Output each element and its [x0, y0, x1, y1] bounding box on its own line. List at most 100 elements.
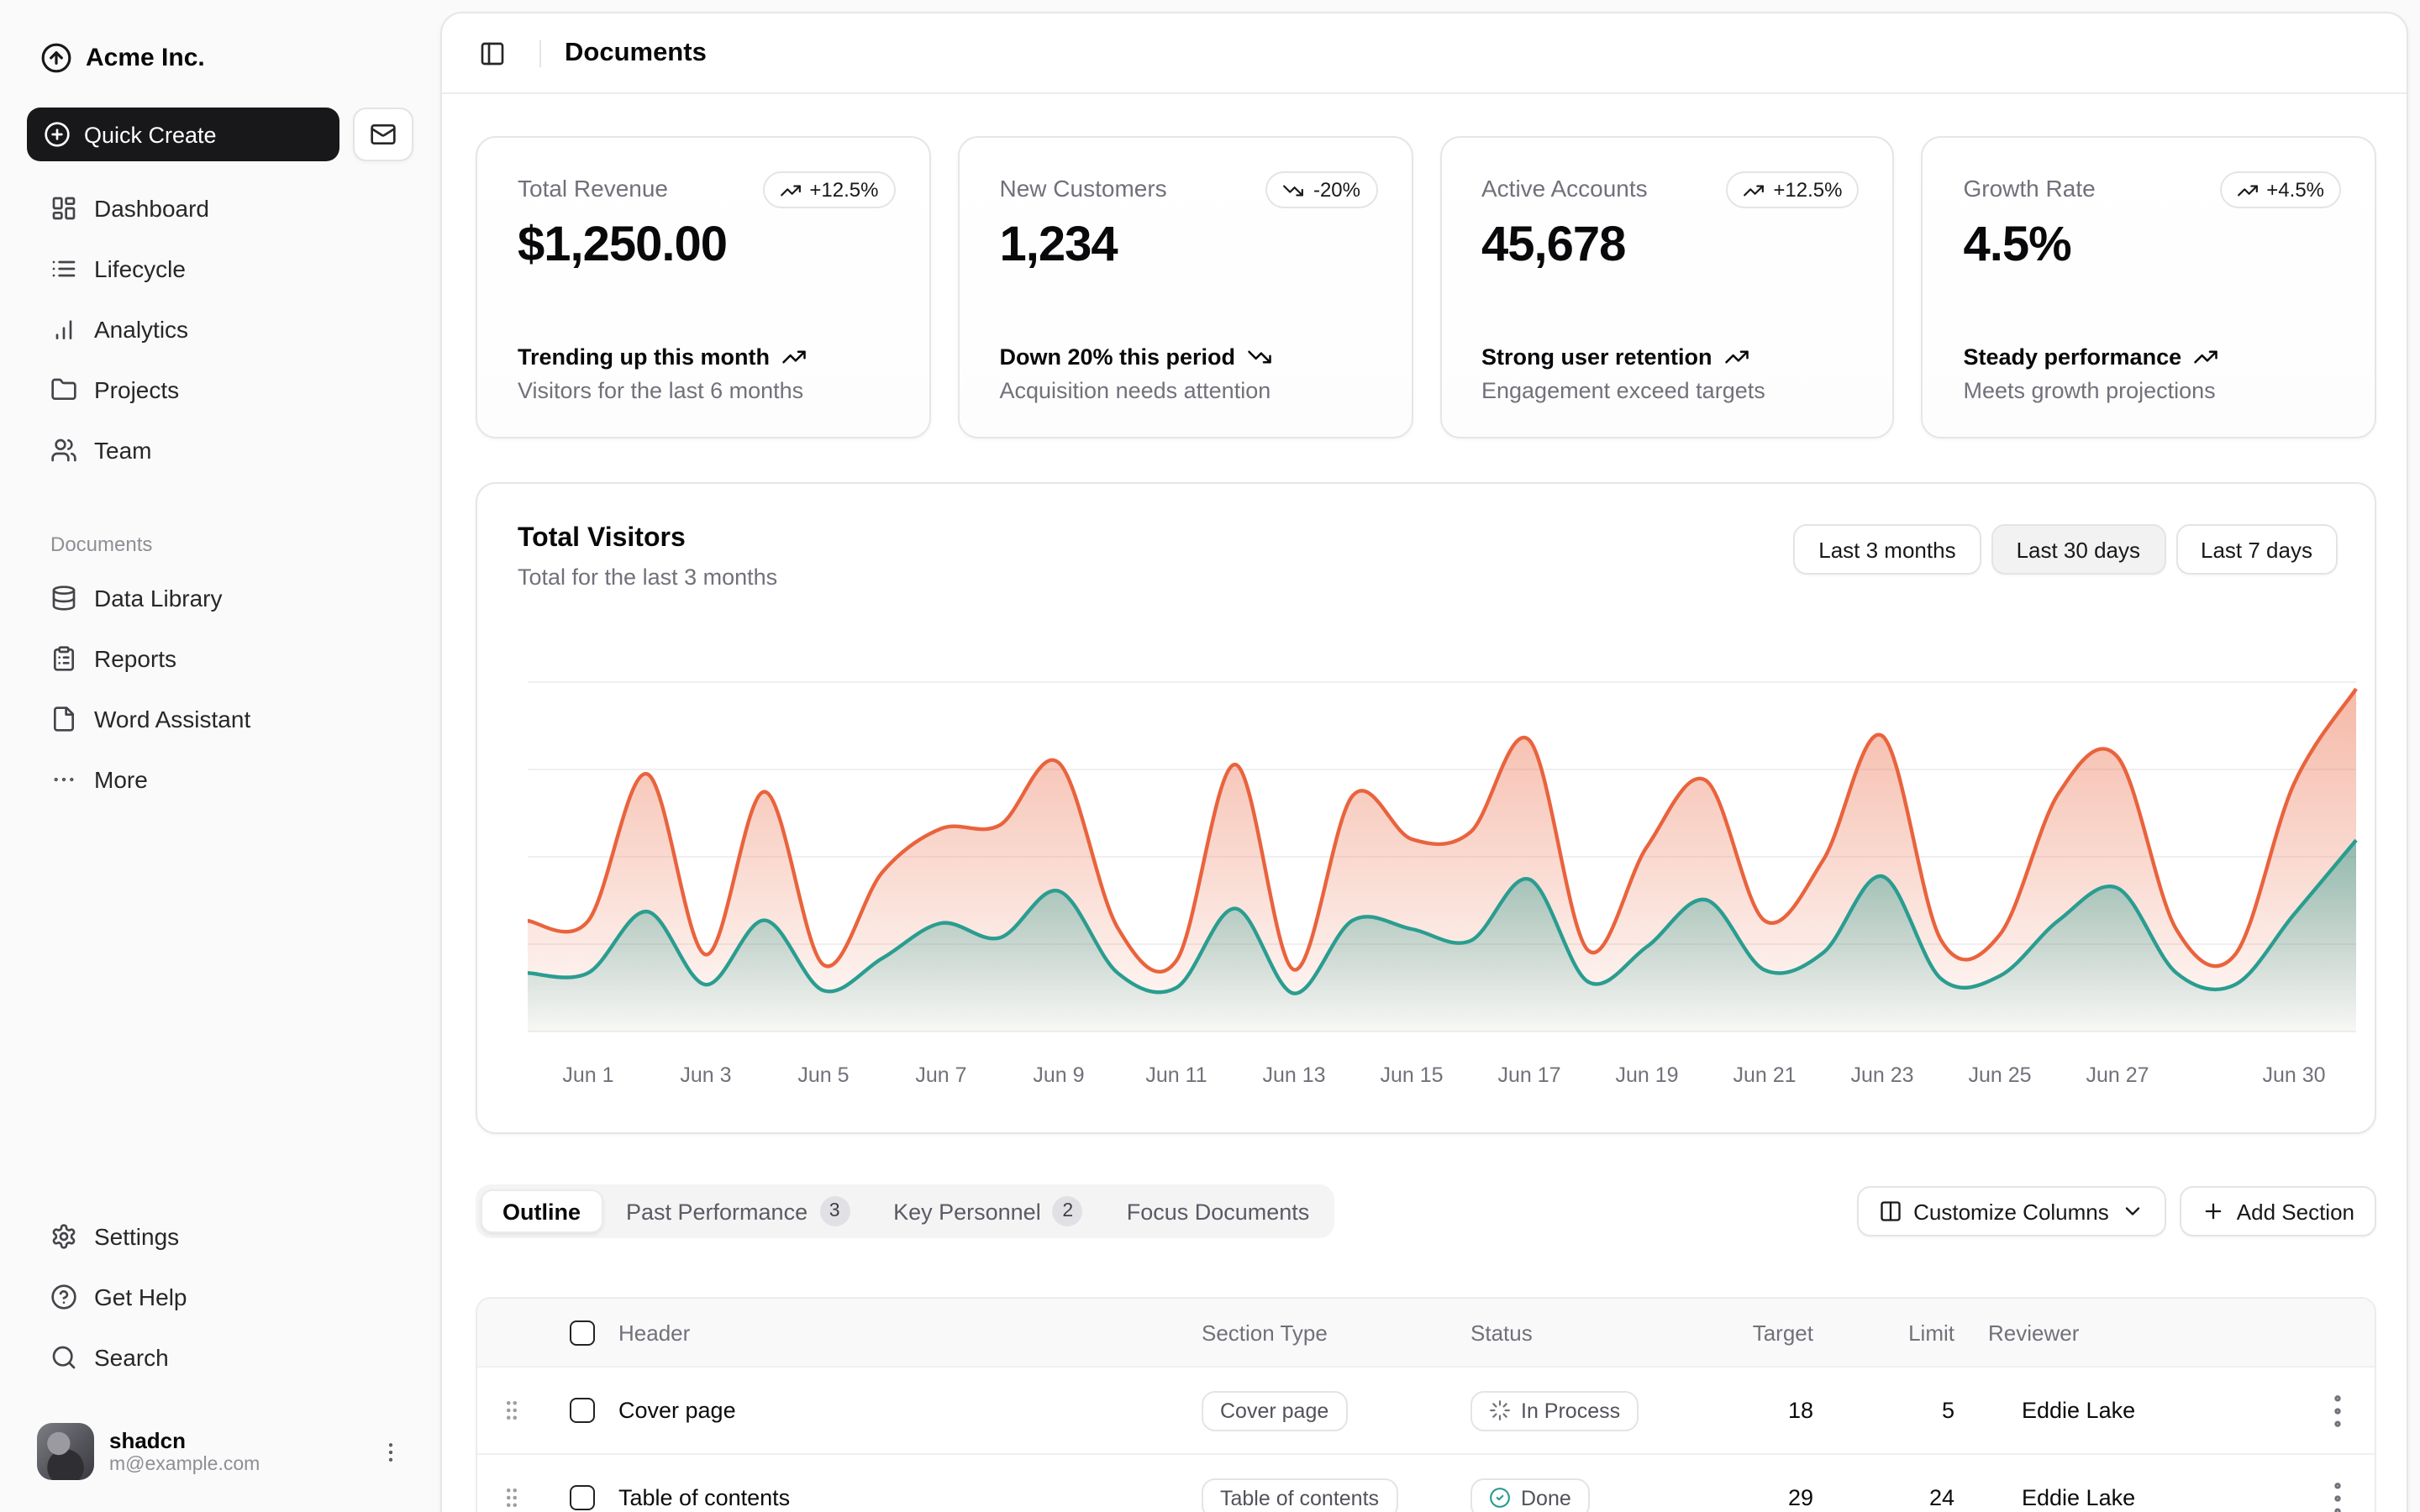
main-content: Documents Total Revenue $1,250.00 +12.5%… [440, 12, 2408, 1512]
column-header: Status [1470, 1320, 1712, 1345]
quick-create-button[interactable]: Quick Create [27, 108, 339, 161]
sidebar-item-more[interactable]: More [27, 753, 413, 806]
chart-x-axis: Jun 1Jun 3Jun 5Jun 7Jun 9Jun 11Jun 13Jun… [562, 1063, 2325, 1087]
trending-down-icon [1283, 179, 1305, 201]
user-menu[interactable]: shadcn m@example.com [24, 1411, 417, 1492]
sections-table: Header Section Type Status Target Limit … [476, 1297, 2376, 1512]
sidebar-item-label: Team [94, 437, 151, 464]
drag-handle-icon[interactable] [497, 1397, 524, 1424]
sidebar-item-projects[interactable]: Projects [27, 363, 413, 417]
svg-text:Jun 27: Jun 27 [2086, 1063, 2149, 1087]
range-last-7-days[interactable]: Last 7 days [2175, 524, 2338, 575]
table-row[interactable]: Table of contents Table of contents Done… [477, 1453, 2375, 1512]
stat-subtext: Acquisition needs attention [1000, 378, 1371, 403]
sidebar-toggle-button[interactable] [469, 29, 516, 76]
target-cell[interactable]: 18 [1712, 1398, 1813, 1423]
stat-value: 45,678 [1481, 218, 1853, 274]
svg-text:Jun 9: Jun 9 [1033, 1063, 1084, 1087]
section-type-badge: Cover page [1202, 1390, 1347, 1431]
tab-key-personnel[interactable]: Key Personnel2 [873, 1189, 1103, 1233]
user-email: m@example.com [109, 1455, 363, 1475]
limit-cell[interactable]: 24 [1813, 1485, 1954, 1510]
more-vertical-icon [2316, 1389, 2360, 1432]
sidebar-item-label: Dashboard [94, 195, 209, 222]
sidebar-item-team[interactable]: Team [27, 423, 413, 477]
status-badge: In Process [1470, 1390, 1639, 1431]
chart-series [528, 689, 2356, 1032]
trend-badge: +4.5% [2219, 171, 2341, 208]
row-title[interactable]: Table of contents [618, 1485, 1202, 1510]
reviewer-cell[interactable]: Eddie Lake [1988, 1485, 2301, 1510]
svg-text:Jun 13: Jun 13 [1262, 1063, 1325, 1087]
target-cell[interactable]: 29 [1712, 1485, 1813, 1510]
sidebar-main-nav: Dashboard Lifecycle Analytics Projects T… [27, 181, 413, 477]
check-circle-icon [1489, 1487, 1511, 1509]
org-switcher[interactable]: Acme Inc. [27, 30, 413, 84]
sidebar-item-lifecycle[interactable]: Lifecycle [27, 242, 413, 296]
tab-outline[interactable]: Outline [481, 1189, 602, 1233]
row-checkbox[interactable] [569, 1485, 594, 1510]
stat-value: 1,234 [1000, 218, 1371, 274]
chevron-down-icon [2121, 1200, 2144, 1223]
table-header-row: Header Section Type Status Target Limit … [477, 1299, 2375, 1366]
sidebar-item-label: Analytics [94, 316, 188, 343]
sidebar-section-label: Documents [50, 533, 152, 556]
column-header: Section Type [1202, 1320, 1470, 1345]
trending-up-icon [1743, 179, 1765, 201]
trend-badge: +12.5% [762, 171, 895, 208]
sidebar-item-settings[interactable]: Settings [27, 1210, 413, 1263]
ellipsis-icon [50, 766, 77, 793]
reviewer-cell[interactable]: Eddie Lake [1988, 1398, 2301, 1423]
sidebar-item-data-library[interactable]: Data Library [27, 571, 413, 625]
svg-text:Jun 25: Jun 25 [1968, 1063, 2031, 1087]
section-tabsbar: Outline Past Performance3 Key Personnel2… [476, 1184, 2376, 1238]
time-range-toggle: Last 3 months Last 30 days Last 7 days [1793, 524, 2338, 575]
column-header: Header [618, 1320, 1202, 1345]
sidebar: Acme Inc. Quick Create Dashboard Lifecyc… [0, 0, 440, 1512]
trending-up-icon [1724, 344, 1749, 370]
sidebar-item-search[interactable]: Search [27, 1331, 413, 1384]
range-last-3-months[interactable]: Last 3 months [1793, 524, 1981, 575]
row-menu-button[interactable] [2316, 1389, 2360, 1432]
stat-trend: Trending up this month [518, 344, 889, 370]
sidebar-item-label: Settings [94, 1223, 179, 1250]
sidebar-item-get-help[interactable]: Get Help [27, 1270, 413, 1324]
svg-text:Jun 30: Jun 30 [2262, 1063, 2325, 1087]
more-vertical-icon [2316, 1476, 2360, 1512]
sidebar-item-analytics[interactable]: Analytics [27, 302, 413, 356]
sidebar-item-label: More [94, 766, 148, 793]
row-menu-button[interactable] [2316, 1476, 2360, 1512]
sidebar-item-dashboard[interactable]: Dashboard [27, 181, 413, 235]
column-header: Limit [1813, 1320, 1954, 1345]
stat-card-active-accounts: Active Accounts 45,678 +12.5% Strong use… [1439, 136, 1895, 438]
avatar [37, 1423, 94, 1480]
list-icon [50, 255, 77, 282]
svg-text:Jun 7: Jun 7 [915, 1063, 966, 1087]
trending-up-icon [2193, 344, 2218, 370]
add-section-button[interactable]: Add Section [2180, 1186, 2376, 1236]
tab-focus-documents[interactable]: Focus Documents [1107, 1189, 1330, 1233]
select-all-checkbox[interactable] [569, 1320, 594, 1345]
drag-handle-icon[interactable] [497, 1484, 524, 1511]
section-type-badge: Table of contents [1202, 1478, 1397, 1512]
range-last-30-days[interactable]: Last 30 days [1991, 524, 2165, 575]
row-checkbox[interactable] [569, 1398, 594, 1423]
sidebar-documents-nav: Data Library Reports Word Assistant More [27, 571, 413, 806]
row-title[interactable]: Cover page [618, 1398, 1202, 1423]
svg-text:Jun 3: Jun 3 [680, 1063, 731, 1087]
sidebar-item-word-assistant[interactable]: Word Assistant [27, 692, 413, 746]
tab-count-badge: 3 [819, 1196, 850, 1226]
sidebar-footer-nav: Settings Get Help Search [27, 1210, 413, 1384]
customize-columns-button[interactable]: Customize Columns [1856, 1186, 2166, 1236]
trending-up-icon [781, 344, 807, 370]
tab-past-performance[interactable]: Past Performance3 [606, 1189, 870, 1233]
table-row[interactable]: Cover page Cover page In Process 18 5 Ed… [477, 1366, 2375, 1453]
page-header: Documents [442, 13, 2407, 94]
limit-cell[interactable]: 5 [1813, 1398, 1954, 1423]
inbox-button[interactable] [353, 108, 413, 161]
svg-text:Jun 19: Jun 19 [1615, 1063, 1678, 1087]
tab-list: Outline Past Performance3 Key Personnel2… [476, 1184, 1334, 1238]
sidebar-item-reports[interactable]: Reports [27, 632, 413, 685]
svg-text:Jun 17: Jun 17 [1497, 1063, 1560, 1087]
chart-subtitle: Total for the last 3 months [518, 564, 777, 590]
